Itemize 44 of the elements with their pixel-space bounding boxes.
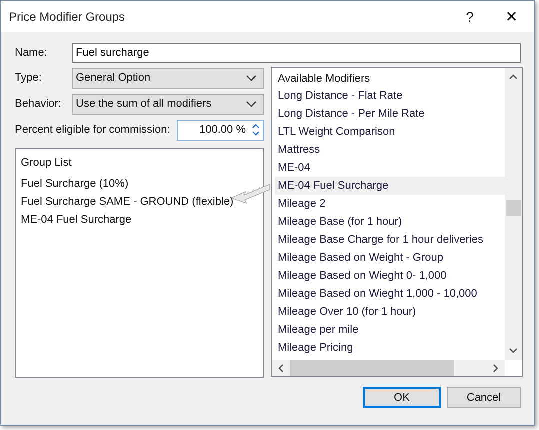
list-item[interactable]: Mileage Based on Wieght 1,000 - 10,000 — [275, 285, 505, 303]
list-item[interactable]: Fuel Surcharge (10%) — [21, 175, 129, 193]
list-item[interactable]: ME-04 Fuel Surcharge — [275, 177, 505, 195]
field-label: Type: — [15, 72, 43, 84]
list-item[interactable]: Mileage Over 10 (for 1 hour) — [275, 303, 505, 321]
chevron-down-icon — [509, 348, 518, 354]
list-item[interactable]: ME-04 Fuel Surcharge — [21, 211, 132, 229]
chevron-down-icon — [246, 74, 257, 82]
list-item[interactable]: Fuel Surcharge SAME - GROUND (flexible) — [21, 193, 234, 211]
list-heading: Group List — [21, 156, 73, 171]
list-item[interactable]: Mileage Base (for 1 hour) — [275, 213, 505, 231]
horizontal-scrollbar[interactable] — [272, 360, 505, 376]
chevron-right-icon — [493, 364, 499, 372]
name-input[interactable]: Fuel surcharge — [72, 43, 521, 63]
help-button[interactable]: ? — [450, 1, 490, 32]
list-item[interactable]: Long Distance - Flat Rate — [275, 87, 505, 105]
scrollbar-thumb[interactable] — [290, 360, 454, 376]
list-item[interactable]: Mattress — [275, 141, 505, 159]
field-label: Behavior: — [15, 98, 62, 110]
list-item[interactable]: ME-04 — [275, 159, 505, 177]
list-item[interactable]: Mileage per mile — [275, 321, 505, 339]
chevron-left-icon — [278, 364, 284, 372]
list-item[interactable]: Mileage Pricing — [275, 339, 505, 357]
list-item[interactable]: Mileage Based on Weight - Group — [275, 249, 505, 267]
commission-spinner[interactable]: 100.00 % — [177, 120, 264, 140]
field-label: Name: — [15, 47, 48, 59]
dialog-button[interactable]: Cancel — [447, 387, 521, 408]
field-label: Percent eligible for commission: — [15, 124, 170, 136]
behavior-dropdown[interactable]: Use the sum of all modifiers — [72, 94, 264, 114]
type-dropdown[interactable]: General Option — [72, 68, 264, 88]
close-button[interactable]: ✕ — [490, 1, 534, 32]
chevron-down-icon — [246, 100, 257, 108]
dialog-button[interactable]: OK — [363, 387, 441, 408]
list-item[interactable]: Mileage 2 — [275, 195, 505, 213]
list-item[interactable]: Mileage Base Charge for 1 hour deliveries — [275, 231, 505, 249]
scrollbar-thumb[interactable] — [506, 200, 521, 216]
vertical-scrollbar[interactable] — [505, 68, 522, 360]
list-item[interactable]: Mileage Based on Wieght 0- 1,000 — [275, 267, 505, 285]
list-item[interactable]: Long Distance - Per Mile Rate — [275, 105, 505, 123]
list-item[interactable]: LTL Weight Comparison — [275, 123, 505, 141]
spin-arrows-icon — [252, 123, 260, 137]
list-heading: Available Modifiers — [277, 72, 372, 87]
window-title: Price Modifier Groups — [9, 10, 126, 24]
chevron-up-icon — [509, 74, 518, 80]
